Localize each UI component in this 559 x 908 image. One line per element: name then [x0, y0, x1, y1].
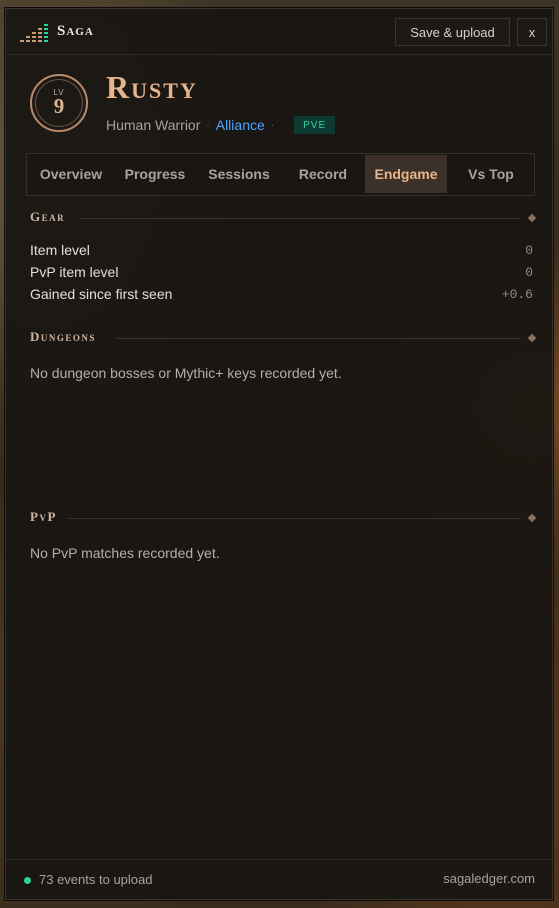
level-number: 9: [53, 94, 65, 118]
saga-window: Saga Save & upload x LV 9 Rusty Human Wa…: [5, 8, 553, 900]
tab-sessions[interactable]: Sessions: [197, 155, 281, 193]
website-link[interactable]: sagaledger.com: [443, 871, 535, 886]
stat-label: Gained since first seen: [30, 286, 173, 302]
gear-section-header: Gear: [30, 209, 537, 227]
tab-endgame[interactable]: Endgame: [365, 155, 447, 193]
meta-separator: ·: [270, 119, 275, 131]
diamond-icon: [527, 513, 537, 523]
dungeons-empty-text: No dungeon bosses or Mythic+ keys record…: [30, 365, 342, 381]
stat-label: PvP item level: [30, 264, 119, 280]
divider: [80, 218, 521, 219]
stat-value: +0.6: [501, 286, 533, 302]
footer-bar: 73 events to upload sagaledger.com: [6, 859, 552, 899]
dungeons-section-header: Dungeons: [30, 329, 537, 347]
race-class: Human Warrior: [106, 117, 201, 133]
level-badge: LV 9: [30, 74, 88, 132]
stat-row-pvp-item-level: PvP item level 0: [30, 262, 533, 282]
tab-overview[interactable]: Overview: [29, 155, 113, 193]
save-upload-button[interactable]: Save & upload: [395, 18, 510, 46]
stat-row-gained: Gained since first seen +0.6: [30, 284, 533, 304]
mode-badge: PVE: [294, 116, 336, 134]
character-meta: Human Warrior · Alliance · PVE: [106, 115, 336, 135]
gear-title: Gear: [30, 209, 66, 224]
character-name: Rusty: [106, 69, 198, 105]
upload-status: 73 events to upload: [39, 872, 153, 887]
tab-record[interactable]: Record: [281, 155, 365, 193]
pvp-empty-text: No PvP matches recorded yet.: [30, 545, 220, 561]
app-title: Saga: [57, 23, 94, 39]
close-button[interactable]: x: [517, 18, 547, 46]
stat-label: Item level: [30, 242, 90, 258]
stat-value: 0: [525, 264, 533, 280]
pvp-title: PvP: [30, 509, 57, 524]
dungeons-title: Dungeons: [30, 329, 96, 344]
status-dot-icon: [24, 877, 31, 884]
diamond-icon: [527, 333, 537, 343]
tab-bar: Overview Progress Sessions Record Endgam…: [26, 153, 535, 196]
divider: [116, 338, 521, 339]
divider: [68, 518, 521, 519]
tab-vs-top[interactable]: Vs Top: [449, 155, 533, 193]
bar-chart-logo-icon: [20, 24, 48, 42]
meta-separator: ·: [206, 119, 210, 131]
title-bar[interactable]: Saga Save & upload x: [6, 9, 552, 55]
stat-value: 0: [525, 242, 533, 258]
diamond-icon: [527, 213, 537, 223]
tab-progress[interactable]: Progress: [113, 155, 197, 193]
stat-row-item-level: Item level 0: [30, 240, 533, 260]
pvp-section-header: PvP: [30, 509, 537, 527]
faction-label: Alliance: [215, 117, 265, 133]
